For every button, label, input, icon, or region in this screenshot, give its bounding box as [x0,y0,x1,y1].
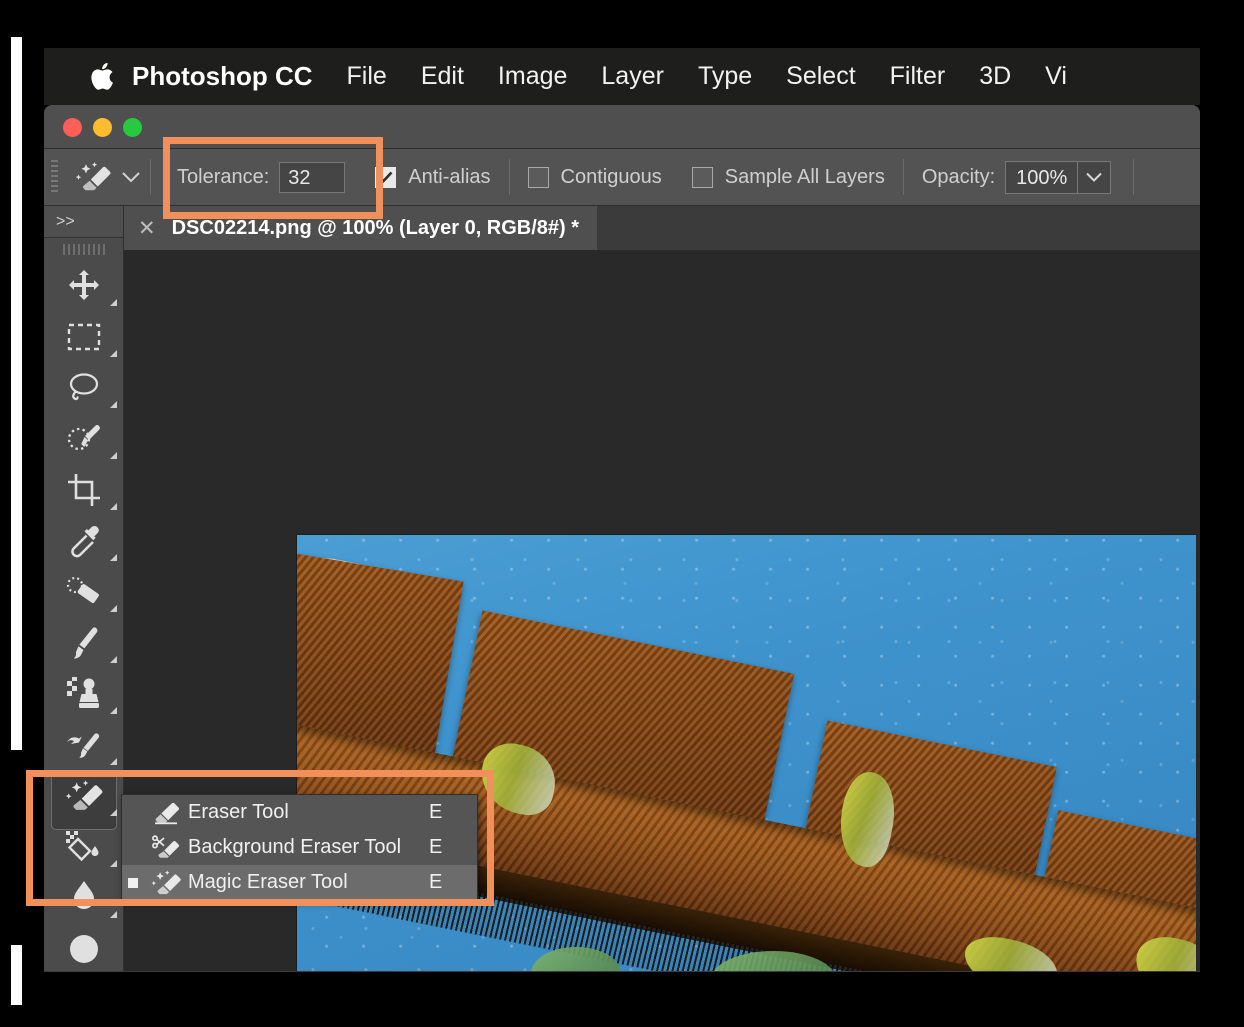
menu-item-background-eraser-tool[interactable]: Background Eraser Tool E [122,830,477,865]
tolerance-label: Tolerance: [177,165,270,188]
menu-item-layer[interactable]: Layer [601,62,664,91]
collapse-panel-label: >> [56,212,75,230]
macos-menu-bar: Photoshop CC File Edit Image Layer Type … [44,48,1200,105]
opacity-label: Opacity: [921,165,996,188]
flyout-indicator-icon [110,707,117,714]
options-divider-3 [902,159,904,195]
sidebar-item-lasso-tool[interactable] [44,362,123,413]
options-divider [150,159,151,195]
menu-item-3d[interactable]: 3D [979,62,1011,91]
screenshot-root: Photoshop CC File Edit Image Layer Type … [0,0,1244,1027]
menu-item-image[interactable]: Image [498,62,567,91]
sidebar-item-clone-stamp-tool[interactable] [44,668,123,719]
tool-options-bar: Tolerance: 32 Anti-alias Contiguous Samp… [44,149,1200,206]
options-divider-2 [508,159,510,195]
flyout-indicator-icon [110,350,117,357]
flyout-indicator-icon [110,554,117,561]
collapse-panel-button[interactable]: >> [44,206,123,238]
magic-eraser-icon [144,869,188,896]
sidebar-item-eraser-tool[interactable] [44,770,123,830]
options-divider-4 [1133,159,1135,195]
sample-all-layers-checkbox[interactable] [691,166,713,188]
flyout-indicator-icon [110,656,117,663]
flyout-indicator-icon [110,299,117,306]
menu-item-type[interactable]: Type [698,62,752,91]
flyout-indicator-icon [110,860,117,867]
chevron-down-icon[interactable] [1077,160,1112,194]
tools-panel: >> [44,206,124,971]
options-bar-grip[interactable] [51,160,58,194]
sidebar-item-crop-tool[interactable] [44,464,123,515]
document-tab-title: DSC02214.png @ 100% (Layer 0, RGB/8#) * [171,216,580,239]
document-tab[interactable]: ✕ DSC02214.png @ 100% (Layer 0, RGB/8#) … [124,206,598,250]
zoom-window-button[interactable] [123,118,142,137]
menu-item-shortcut: E [429,836,443,858]
flyout-indicator-icon [110,401,117,408]
menu-item-label: Background Eraser Tool [188,836,402,858]
menubar-app-title[interactable]: Photoshop CC [132,61,313,92]
anti-alias-label: Anti-alias [408,165,491,188]
document-tab-bar: ✕ DSC02214.png @ 100% (Layer 0, RGB/8#) … [124,206,1200,250]
anti-alias-option[interactable]: Anti-alias [375,165,491,189]
window-titlebar [44,105,1200,149]
sidebar-item-paint-bucket-tool[interactable] [44,821,123,872]
opacity-control: 100% [1005,160,1112,194]
page-edge-top [11,37,22,750]
sidebar-item-history-brush-tool[interactable] [44,719,123,770]
flyout-indicator-icon [110,911,117,918]
menu-item-label: Magic Eraser Tool [188,871,348,893]
menu-item-label: Eraser Tool [188,801,289,823]
flyout-indicator-icon [110,809,117,816]
menu-item-shortcut: E [429,871,443,893]
flyout-indicator-icon [110,503,117,510]
contiguous-label: Contiguous [560,165,662,188]
sidebar-item-blur-tool[interactable] [44,872,123,923]
magic-eraser-icon[interactable] [68,157,118,197]
chevron-down-icon[interactable] [118,171,144,183]
background-eraser-icon [144,834,188,861]
menu-item-shortcut: E [429,801,443,823]
anti-alias-checkbox[interactable] [375,166,397,188]
menu-item-edit[interactable]: Edit [421,62,464,91]
opacity-input[interactable]: 100% [1005,160,1078,194]
selected-marker [122,877,144,888]
flyout-indicator-icon [110,605,117,612]
sidebar-item-move-tool[interactable] [44,260,123,311]
flyout-indicator-icon [110,758,117,765]
sample-all-layers-option[interactable]: Sample All Layers [691,165,885,189]
sidebar-item-quick-selection-tool[interactable] [44,413,123,464]
sidebar-item-spot-healing-brush-tool[interactable] [44,566,123,617]
contiguous-checkbox[interactable] [527,166,549,188]
close-window-button[interactable] [63,118,82,137]
menu-item-eraser-tool[interactable]: Eraser Tool E [122,795,477,830]
opacity-option: Opacity: 100% [921,160,1112,194]
sidebar-item-eyedropper-tool[interactable] [44,515,123,566]
document-image[interactable] [296,534,1196,971]
window-traffic-lights [63,118,142,137]
sidebar-item-dodge-tool[interactable] [44,923,123,972]
eraser-tool-flyout-menu[interactable]: Eraser Tool E Background Eraser Tool E M… [121,794,478,900]
menu-item-filter[interactable]: Filter [890,62,946,91]
apple-logo-icon[interactable] [80,61,124,92]
flyout-indicator-icon [110,452,117,459]
tolerance-input[interactable]: 32 [279,161,346,193]
sidebar-item-brush-tool[interactable] [44,617,123,668]
sample-all-layers-label: Sample All Layers [724,165,885,188]
sidebar-item-marquee-tool[interactable] [44,311,123,362]
page-edge-bottom [11,945,22,1005]
tools-panel-grip[interactable] [44,238,123,260]
menu-item-view[interactable]: Vi [1045,62,1067,91]
eraser-icon [144,801,188,825]
tolerance-option: Tolerance: 32 [177,161,346,193]
menu-item-select[interactable]: Select [786,62,855,91]
menu-item-magic-eraser-tool[interactable]: Magic Eraser Tool E [122,865,477,900]
contiguous-option[interactable]: Contiguous [527,165,662,189]
close-tab-icon[interactable]: ✕ [138,216,156,241]
minimize-window-button[interactable] [93,118,112,137]
menu-item-file[interactable]: File [347,62,387,91]
